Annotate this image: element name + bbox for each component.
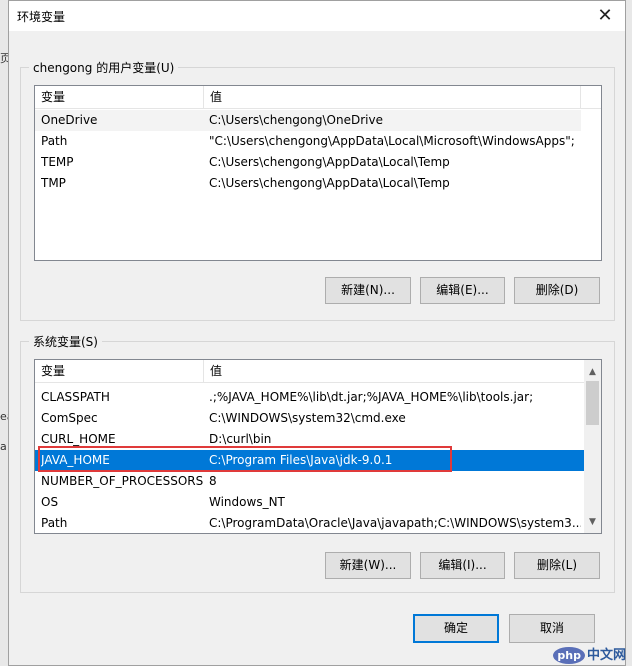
list-item[interactable]: OneDrive C:\Users\chengong\OneDrive: [35, 110, 581, 131]
list-header: 变量 值: [35, 86, 601, 109]
variable-value: C:\Program Files\Java\jdk-9.0.1: [209, 453, 393, 467]
variable-name: TMP: [41, 176, 66, 190]
variable-value: C:\WINDOWS\system32\cmd.exe: [209, 411, 406, 425]
list-item[interactable]: TMP C:\Users\chengong\AppData\Local\Temp: [35, 173, 601, 194]
user-edit-button[interactable]: 编辑(E)...: [420, 277, 505, 304]
scrollbar-thumb[interactable]: [586, 381, 599, 425]
user-variables-label: chengong 的用户变量(U): [29, 59, 179, 76]
dialog-title: 环境变量: [17, 10, 66, 24]
watermark: php 中文网: [553, 644, 626, 664]
list-item[interactable]: Path "C:\Users\chengong\AppData\Local\Mi…: [35, 131, 601, 152]
variable-name: Path: [41, 134, 68, 148]
variable-value: C:\Users\chengong\AppData\Local\Temp: [209, 176, 450, 190]
variable-value: C:\Users\chengong\AppData\Local\Temp: [209, 155, 450, 169]
variable-name: OS: [41, 495, 59, 509]
column-header-variable[interactable]: 变量: [35, 360, 203, 382]
environment-variables-dialog: 环境变量 ✕ chengong 的用户变量(U) 变量 值 OneDrive C…: [8, 0, 626, 666]
system-edit-button[interactable]: 编辑(I)...: [420, 552, 505, 579]
background-text-fragment: a: [0, 440, 7, 453]
user-delete-button[interactable]: 删除(D): [514, 277, 600, 304]
system-variables-group: 系统变量(S) 变量 值 CLASSPATH .;%JAVA_HOME%\lib…: [20, 333, 615, 593]
column-header-value[interactable]: 值: [204, 360, 222, 382]
scroll-up-arrow-icon[interactable]: ▲: [584, 364, 601, 381]
list-item[interactable]: OS Windows_NT: [35, 492, 584, 513]
variable-name: CURL_HOME: [41, 432, 116, 446]
list-item[interactable]: NUMBER_OF_PROCESSORS 8: [35, 471, 584, 492]
variable-name: TEMP: [41, 155, 74, 169]
list-item[interactable]: CLASSPATH .;%JAVA_HOME%\lib\dt.jar;%JAVA…: [35, 387, 584, 408]
column-header-value[interactable]: 值: [204, 86, 222, 108]
variable-value: "C:\Users\chengong\AppData\Local\Microso…: [209, 134, 575, 148]
list-item[interactable]: Path C:\ProgramData\Oracle\Java\javapath…: [35, 513, 584, 533]
user-variables-list[interactable]: 变量 值 OneDrive C:\Users\chengong\OneDrive…: [34, 85, 602, 261]
ok-button[interactable]: 确定: [413, 614, 499, 643]
column-separator[interactable]: [580, 86, 581, 108]
variable-value: .;%JAVA_HOME%\lib\dt.jar;%JAVA_HOME%\lib…: [209, 390, 534, 404]
cancel-button[interactable]: 取消: [509, 614, 595, 643]
title-bar[interactable]: 环境变量 ✕: [9, 1, 625, 31]
list-item[interactable]: ComSpec C:\WINDOWS\system32\cmd.exe: [35, 408, 584, 429]
watermark-text: 中文网: [586, 648, 626, 663]
user-new-button[interactable]: 新建(N)...: [325, 277, 411, 304]
list-item-selected[interactable]: JAVA_HOME C:\Program Files\Java\jdk-9.0.…: [35, 450, 584, 471]
php-logo-icon: php: [553, 647, 585, 664]
column-header-variable[interactable]: 变量: [35, 86, 203, 108]
background-window-right: [625, 0, 632, 666]
variable-value: C:\Users\chengong\OneDrive: [209, 113, 383, 127]
variable-name: OneDrive: [41, 113, 98, 127]
system-variables-label: 系统变量(S): [29, 333, 102, 350]
list-item[interactable]: TEMP C:\Users\chengong\AppData\Local\Tem…: [35, 152, 601, 173]
system-variables-list[interactable]: 变量 值 CLASSPATH .;%JAVA_HOME%\lib\dt.jar;…: [34, 359, 602, 534]
user-variables-group: chengong 的用户变量(U) 变量 值 OneDrive C:\Users…: [20, 59, 615, 321]
system-new-button[interactable]: 新建(W)...: [325, 552, 411, 579]
variable-value: D:\curl\bin: [209, 432, 272, 446]
list-item[interactable]: CURL_HOME D:\curl\bin: [35, 429, 584, 450]
vertical-scrollbar[interactable]: ▲ ▼: [584, 360, 601, 533]
close-button[interactable]: ✕: [585, 1, 625, 31]
variable-name: Path: [41, 516, 68, 530]
scroll-down-arrow-icon[interactable]: ▼: [584, 514, 601, 531]
list-header: 变量 值: [35, 360, 584, 383]
variable-name: JAVA_HOME: [41, 453, 110, 467]
variable-value: Windows_NT: [209, 495, 285, 509]
variable-name: ComSpec: [41, 411, 98, 425]
variable-value: C:\ProgramData\Oracle\Java\javapath;C:\W…: [209, 516, 581, 530]
variable-name: NUMBER_OF_PROCESSORS: [41, 474, 204, 488]
variable-value: 8: [209, 474, 217, 488]
variable-name: CLASSPATH: [41, 390, 110, 404]
system-delete-button[interactable]: 删除(L): [514, 552, 600, 579]
